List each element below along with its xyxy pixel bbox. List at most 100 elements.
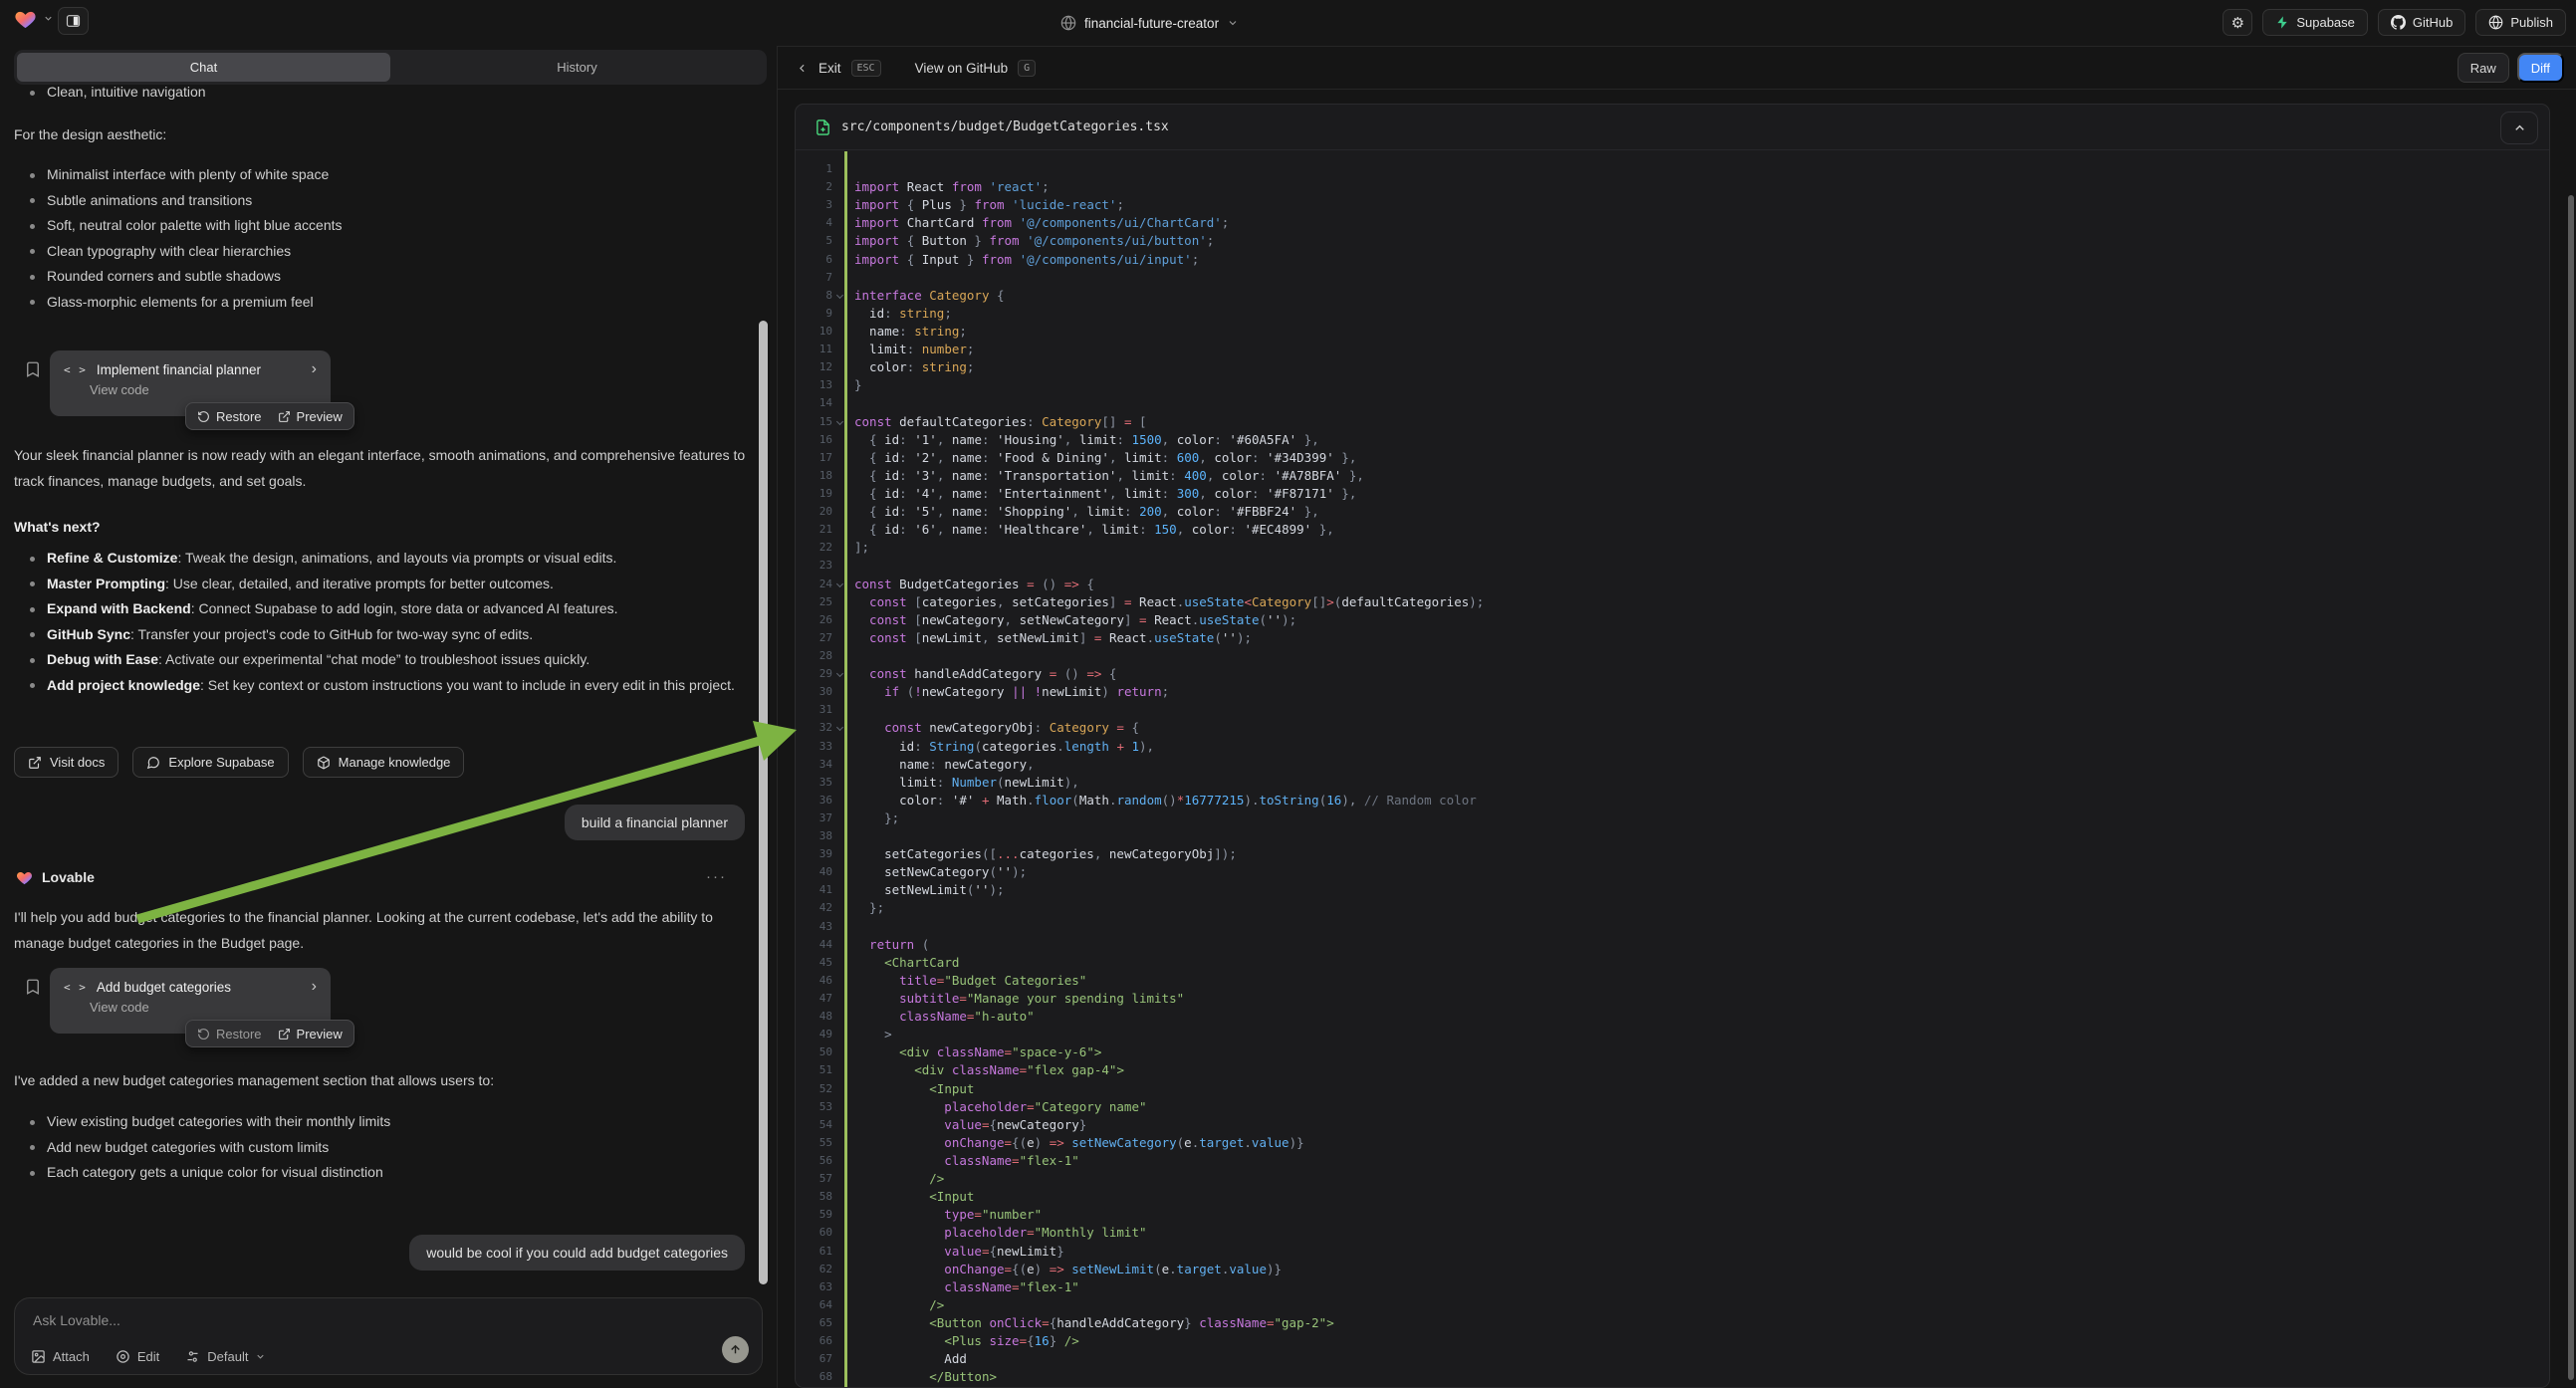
restore-button[interactable]: Restore <box>197 409 262 424</box>
bullet-item: Expand with Backend: Connect Supabase to… <box>14 596 755 622</box>
restore-button[interactable]: Restore <box>197 1027 262 1041</box>
user-message-1: build a financial planner <box>565 805 745 840</box>
version-card-title: Implement financial planner <box>97 362 302 377</box>
bullet-item: Refine & Customize: Tweak the design, an… <box>14 546 755 572</box>
project-switcher[interactable]: financial-future-creator <box>1060 0 1239 46</box>
assistant-header: Lovable ··· <box>16 868 755 885</box>
lovable-logo-heart-icon[interactable] <box>14 8 37 29</box>
bullet-item: Each category gets a unique color for vi… <box>14 1160 755 1186</box>
view-code-link[interactable]: View code <box>90 1000 317 1015</box>
bookmark-icon[interactable] <box>24 978 42 996</box>
chevron-left-icon <box>796 62 809 75</box>
preview-button[interactable]: Preview <box>278 1027 343 1041</box>
user-message-2: would be cool if you could add budget ca… <box>409 1235 745 1271</box>
file-path: src/components/budget/BudgetCategories.t… <box>841 119 1169 134</box>
bullet-item: Clean typography with clear hierarchies <box>14 239 755 265</box>
file-card: src/components/budget/BudgetCategories.t… <box>795 104 2550 1388</box>
code-icon: < > <box>64 363 87 376</box>
bullet-item: Add new budget categories with custom li… <box>14 1135 755 1161</box>
github-button[interactable]: GitHub <box>2378 9 2465 36</box>
code-editor[interactable]: 12import React from 'react';3import { Pl… <box>796 151 2549 1387</box>
collapse-file-button[interactable] <box>2500 112 2538 144</box>
target-icon <box>116 1349 130 1364</box>
version-toolbar-1: Restore Preview <box>185 402 354 430</box>
chevron-up-icon <box>2501 120 2537 135</box>
exit-button[interactable]: Exit <box>819 61 841 76</box>
version-toolbar-2: Restore Preview <box>185 1020 354 1047</box>
send-button[interactable] <box>722 1336 749 1363</box>
sliders-icon <box>185 1349 200 1364</box>
manage-knowledge-button[interactable]: Manage knowledge <box>303 747 465 778</box>
project-globe-icon <box>1060 15 1076 31</box>
g-key-badge: G <box>1018 60 1036 77</box>
restore-icon <box>197 1028 210 1041</box>
chat-input-box[interactable]: Ask Lovable... Attach Edit Default <box>14 1297 763 1375</box>
gear-icon: ⚙ <box>2231 14 2244 32</box>
github-icon <box>2391 15 2406 30</box>
assistant-name: Lovable <box>42 869 95 885</box>
bullet-item: Clean, intuitive navigation <box>14 80 755 106</box>
bullet-item: Glass-morphic elements for a premium fee… <box>14 290 755 316</box>
bullet-item: Subtle animations and transitions <box>14 188 755 214</box>
bullet-item: Soft, neutral color palette with light b… <box>14 213 755 239</box>
whats-next-heading: What's next? <box>14 514 755 540</box>
chat-bubble-icon <box>146 756 160 770</box>
supabase-icon <box>2275 15 2289 30</box>
publish-globe-icon <box>2488 15 2503 30</box>
mode-selector[interactable]: Default <box>185 1349 266 1364</box>
file-added-icon <box>815 118 831 136</box>
settings-button[interactable]: ⚙ <box>2223 9 2252 36</box>
version-card-title: Add budget categories <box>97 980 302 995</box>
code-scrollbar[interactable] <box>2568 195 2574 1380</box>
external-link-icon <box>278 1028 291 1041</box>
design-bullet-list: Minimalist interface with plenty of whit… <box>14 162 755 316</box>
code-icon: < > <box>64 981 87 994</box>
publish-button[interactable]: Publish <box>2475 9 2566 36</box>
chat-action-buttons: Visit docs Explore Supabase Manage knowl… <box>14 747 464 778</box>
bullet-item: Rounded corners and subtle shadows <box>14 264 755 290</box>
help-paragraph: I'll help you add budget categories to t… <box>14 904 755 956</box>
whats-next-list: Refine & Customize: Tweak the design, an… <box>14 546 755 699</box>
external-link-icon <box>278 410 291 423</box>
tab-chat[interactable]: Chat <box>17 53 390 82</box>
esc-key-badge: ESC <box>851 60 881 77</box>
tab-history[interactable]: History <box>390 53 764 82</box>
view-on-github-link[interactable]: View on GitHub <box>915 61 1009 76</box>
code-panel-header: Exit ESC View on GitHub G Raw Diff <box>778 46 2576 90</box>
chat-input-placeholder: Ask Lovable... <box>33 1312 120 1328</box>
file-card-header: src/components/budget/BudgetCategories.t… <box>796 105 2549 150</box>
added-bullet-list: View existing budget categories with the… <box>14 1109 755 1186</box>
ready-paragraph: Your sleek financial planner is now read… <box>14 442 755 494</box>
attach-button[interactable]: Attach <box>31 1349 90 1364</box>
preview-button[interactable]: Preview <box>278 409 343 424</box>
message-menu-button[interactable]: ··· <box>706 868 727 885</box>
top-bar: financial-future-creator ⚙ Supabase GitH… <box>0 0 2576 46</box>
raw-button[interactable]: Raw <box>2458 53 2509 83</box>
project-name: financial-future-creator <box>1084 16 1219 31</box>
supabase-button[interactable]: Supabase <box>2262 9 2368 36</box>
bullet-item: Add project knowledge: Set key context o… <box>14 673 755 699</box>
explore-supabase-button[interactable]: Explore Supabase <box>132 747 288 778</box>
bullet-item: GitHub Sync: Transfer your project's cod… <box>14 622 755 648</box>
external-link-icon <box>28 756 42 770</box>
diff-added-gutter-bar <box>844 151 847 1387</box>
visit-docs-button[interactable]: Visit docs <box>14 747 118 778</box>
design-heading: For the design aesthetic: <box>14 121 755 147</box>
lovable-heart-icon <box>16 869 33 885</box>
diff-button[interactable]: Diff <box>2517 53 2564 83</box>
bookmark-icon[interactable] <box>24 360 42 378</box>
view-code-link[interactable]: View code <box>90 382 317 397</box>
sidebar-toggle-button[interactable] <box>58 7 89 35</box>
bullet-item: Minimalist interface with plenty of whit… <box>14 162 755 188</box>
chevron-right-icon: › <box>312 361 317 377</box>
arrow-up-icon <box>729 1343 742 1356</box>
bullet-item: Debug with Ease: Activate our experiment… <box>14 647 755 673</box>
bullet-item: Master Prompting: Use clear, detailed, a… <box>14 572 755 597</box>
logo-chevron-down-icon[interactable] <box>43 13 54 24</box>
edit-button[interactable]: Edit <box>116 1349 159 1364</box>
chat-scrollbar[interactable] <box>759 321 768 1284</box>
image-icon <box>31 1349 46 1364</box>
project-chevron-down-icon <box>1227 17 1239 29</box>
scrolled-bullet-list: Clean, intuitive navigation <box>14 80 755 106</box>
bullet-item: View existing budget categories with the… <box>14 1109 755 1135</box>
